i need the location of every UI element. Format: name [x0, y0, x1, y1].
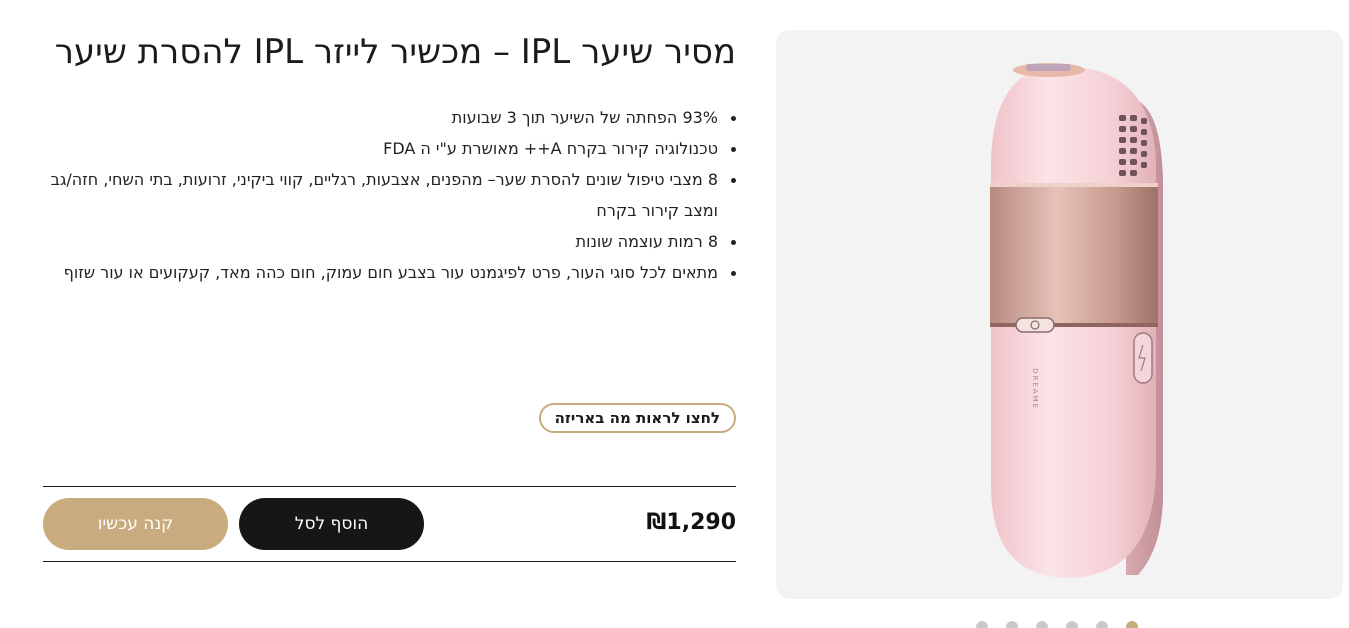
product-info: מסיר שיער IPL – מכשיר לייזר IPL להסרת שי…: [43, 24, 736, 614]
feature-item: 8 מצבי טיפול שונים להסרת שער– מהפנים, אצ…: [43, 164, 736, 226]
purchase-bar: ₪1,290 הוסף לסל קנה עכשיו: [43, 486, 736, 562]
feature-list: 93% הפחתה של השיער תוך 3 שבועות טכנולוגי…: [43, 102, 736, 288]
feature-item: 8 רמות עוצמה שונות: [43, 226, 736, 257]
gallery-dot[interactable]: [1036, 621, 1048, 628]
gallery-dot[interactable]: [976, 621, 988, 628]
price: ₪1,290: [646, 510, 736, 535]
gallery-dot[interactable]: [1066, 621, 1078, 628]
add-to-cart-button[interactable]: הוסף לסל: [239, 498, 424, 550]
product-gallery[interactable]: DREAME: [776, 30, 1343, 599]
gallery-pagination: [976, 621, 1144, 628]
feature-item: 93% הפחתה של השיער תוך 3 שבועות: [43, 102, 736, 133]
whats-in-box-button[interactable]: לחצו לראות מה באריזה: [538, 403, 736, 433]
gallery-dot[interactable]: [1096, 621, 1108, 628]
device-brand-text: DREAME: [1031, 368, 1039, 410]
gallery-dot[interactable]: [1006, 621, 1018, 628]
product-title: מסיר שיער IPL – מכשיר לייזר IPL להסרת שי…: [54, 32, 736, 72]
feature-item: טכנולוגיה קירור בקרח A++ מאושרת ע"י ה FD…: [43, 133, 736, 164]
buy-now-button[interactable]: קנה עכשיו: [43, 498, 228, 550]
feature-item: מתאים לכל סוגי העור, פרט לפיגמנט עור בצב…: [43, 257, 736, 288]
product-page: DREAME מסיר שיער IPL – מכשיר לייזר IPL ל…: [0, 0, 1349, 628]
product-image: DREAME: [990, 63, 1163, 578]
gallery-dot-active[interactable]: [1126, 621, 1138, 628]
